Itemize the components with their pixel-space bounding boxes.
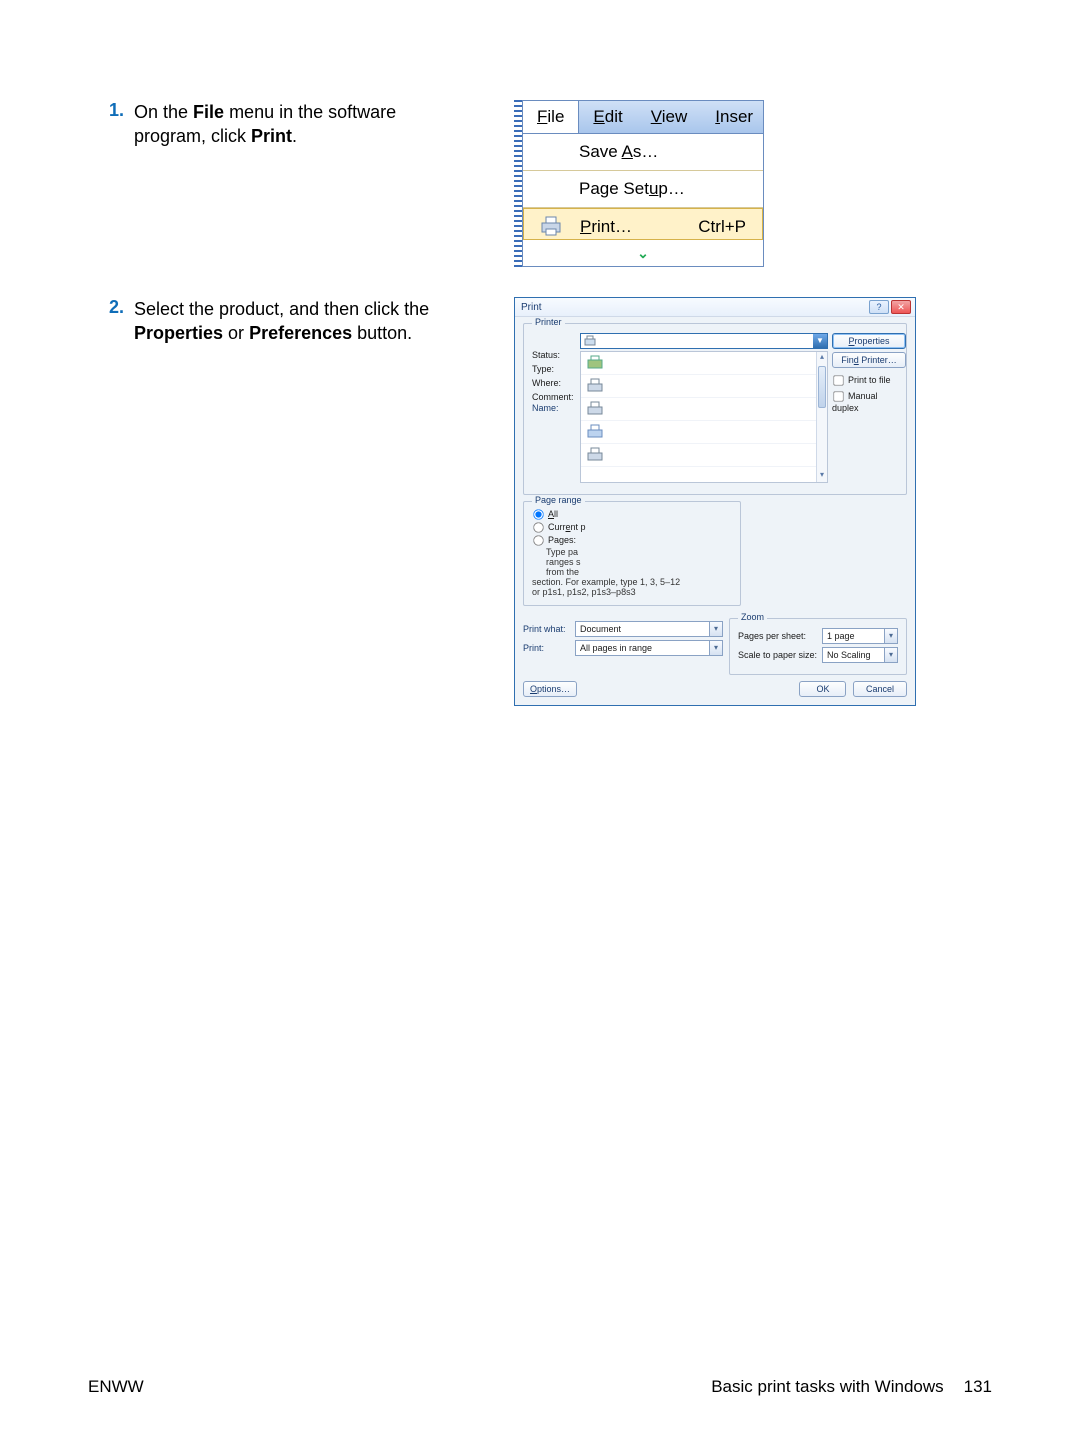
printer-icon bbox=[585, 423, 607, 441]
menu-item-page-setup[interactable]: Page Setup… bbox=[523, 171, 763, 208]
step-2-text: Select the product, and then click the P… bbox=[134, 297, 454, 346]
list-item[interactable] bbox=[581, 398, 827, 421]
menu-expand-icon[interactable]: ⌄ bbox=[523, 240, 763, 266]
printer-icon bbox=[585, 377, 607, 395]
range-pages-radio[interactable] bbox=[533, 535, 543, 545]
step-number: 1. bbox=[88, 100, 134, 121]
file-menu-figure: FFileile Edit View Inser Save As… Page S… bbox=[514, 100, 764, 267]
status-label: Status: bbox=[532, 348, 574, 362]
type-label: Type: bbox=[532, 362, 574, 376]
pages-per-sheet-label: Pages per sheet: bbox=[738, 631, 822, 641]
print-what-select[interactable]: Document▾ bbox=[575, 621, 723, 637]
zoom-label: Zoom bbox=[738, 612, 767, 622]
print-dialog: Print ? ✕ Printer Name: bbox=[514, 297, 916, 706]
help-button[interactable]: ? bbox=[869, 300, 889, 314]
printer-icon bbox=[585, 354, 607, 372]
menu-edit[interactable]: Edit bbox=[579, 101, 636, 133]
where-label: Where: bbox=[532, 376, 574, 390]
print-what-label: Print what: bbox=[523, 624, 575, 634]
list-item[interactable] bbox=[581, 352, 827, 375]
print-to-file-checkbox[interactable] bbox=[833, 375, 843, 385]
printer-name-select[interactable]: ▼ bbox=[580, 333, 828, 349]
footer-left: ENWW bbox=[88, 1377, 144, 1397]
menu-file[interactable]: FFileile bbox=[523, 101, 579, 133]
dialog-titlebar: Print ? ✕ bbox=[515, 298, 915, 317]
printer-list-scrollbar[interactable]: ▴▾ bbox=[816, 352, 827, 482]
manual-duplex-checkbox[interactable] bbox=[833, 391, 843, 401]
properties-button[interactable]: Properties bbox=[832, 333, 906, 349]
list-item[interactable] bbox=[581, 375, 827, 398]
printer-icon bbox=[585, 446, 607, 464]
footer-right: Basic print tasks with Windows131 bbox=[711, 1377, 992, 1397]
scale-label: Scale to paper size: bbox=[738, 650, 822, 660]
scale-select[interactable]: No Scaling▾ bbox=[822, 647, 898, 663]
print-pages-select[interactable]: All pages in range▾ bbox=[575, 640, 723, 656]
ok-button[interactable]: OK bbox=[799, 681, 846, 697]
page-range-label: Page range bbox=[532, 495, 585, 505]
menu-bar: FFileile Edit View Inser bbox=[523, 101, 763, 134]
options-button[interactable]: Options… bbox=[523, 681, 577, 697]
range-all-radio[interactable] bbox=[533, 509, 543, 519]
printer-icon bbox=[585, 400, 607, 418]
printer-icon bbox=[583, 334, 597, 348]
printer-icon bbox=[538, 215, 564, 237]
name-label: Name: bbox=[532, 403, 580, 413]
printer-group-label: Printer bbox=[532, 317, 565, 327]
pages-per-sheet-select[interactable]: 1 page▾ bbox=[822, 628, 898, 644]
menu-view[interactable]: View bbox=[637, 101, 702, 133]
range-current-radio[interactable] bbox=[533, 522, 543, 532]
find-printer-button[interactable]: Find Printer… bbox=[832, 352, 906, 368]
comment-label: Comment: bbox=[532, 390, 574, 404]
print-pages-label: Print: bbox=[523, 643, 575, 653]
list-item[interactable] bbox=[581, 444, 827, 467]
step-number: 2. bbox=[88, 297, 134, 318]
menu-insert[interactable]: Inser bbox=[701, 101, 767, 133]
menu-item-save-as[interactable]: Save As… bbox=[523, 134, 763, 171]
step-1-text: On the File menu in the software program… bbox=[134, 100, 454, 149]
menu-item-print[interactable]: Print…Ctrl+P bbox=[523, 208, 763, 240]
cancel-button[interactable]: Cancel bbox=[853, 681, 907, 697]
close-button[interactable]: ✕ bbox=[891, 300, 911, 314]
list-item[interactable] bbox=[581, 421, 827, 444]
